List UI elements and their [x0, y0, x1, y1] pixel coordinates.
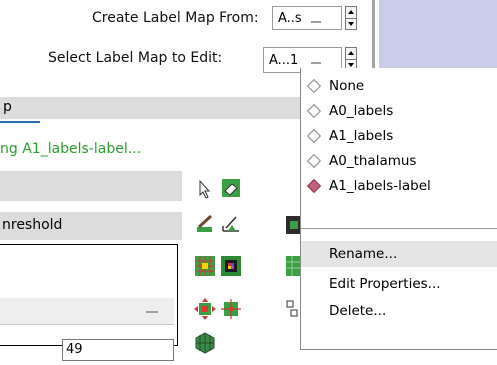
section-accent-line — [0, 121, 40, 123]
radio-icon — [306, 128, 322, 144]
radio-icon — [306, 103, 322, 119]
create-label-map-label: Create Label Map From: — [92, 10, 259, 26]
combo-indicator-icon — [311, 62, 321, 64]
value-field[interactable]: 49 — [62, 339, 174, 361]
create-label-map-spinner[interactable] — [345, 6, 357, 30]
erode-icon[interactable] — [220, 298, 242, 320]
threshold-bar[interactable]: nreshold — [0, 212, 182, 240]
options-bar[interactable] — [0, 171, 182, 201]
section-header-label: p — [3, 99, 12, 115]
create-label-map-combo[interactable]: A..s — [272, 6, 342, 30]
create-label-map-value: A..s — [278, 10, 302, 26]
threshold-grid-icon[interactable] — [286, 255, 300, 277]
menu-item-a1-labels-label[interactable]: A1_labels-label — [301, 176, 497, 198]
spin-down-icon — [348, 63, 354, 67]
radio-icon — [306, 78, 322, 94]
eraser-icon[interactable] — [220, 177, 242, 199]
value-field-text: 49 — [66, 342, 83, 357]
section-header-bar[interactable]: p — [0, 97, 300, 119]
dilate-icon[interactable] — [194, 298, 216, 320]
radio-selected-icon — [306, 178, 322, 194]
radio-icon — [306, 153, 322, 169]
select-label-map-label: Select Label Map to Edit: — [48, 50, 223, 66]
paint-grid-icon[interactable] — [194, 255, 216, 277]
save-island-icon[interactable] — [286, 298, 300, 320]
spin-up-icon — [348, 51, 354, 55]
change-island-icon[interactable] — [286, 214, 300, 236]
editing-status-text: ng A1_labels-label... — [0, 141, 142, 157]
draw-pencil-icon[interactable] — [194, 213, 216, 235]
arrow-cursor-icon[interactable] — [194, 178, 216, 200]
select-label-map-value: A...1 — [269, 52, 299, 68]
menu-item-delete[interactable]: Delete... — [301, 301, 497, 323]
menu-item-edit-properties[interactable]: Edit Properties... — [301, 274, 497, 296]
identify-island-icon[interactable] — [220, 255, 242, 277]
menu-separator — [301, 228, 497, 229]
options-dropdown[interactable] — [0, 298, 174, 325]
level-tracing-icon[interactable] — [220, 213, 242, 235]
menu-item-a0-labels[interactable]: A0_labels — [301, 101, 497, 123]
threshold-label: nreshold — [2, 217, 63, 233]
combo-indicator-icon — [311, 21, 321, 23]
label-map-popup-menu: None A0_labels A1_labels A0_thalamus A1_… — [300, 68, 497, 350]
options-box — [0, 244, 178, 346]
menu-item-a0-thalamus[interactable]: A0_thalamus — [301, 151, 497, 173]
wand-effect-icon[interactable] — [194, 332, 216, 354]
menu-item-none[interactable]: None — [301, 76, 497, 98]
panel-divider — [372, 0, 375, 68]
right-side-panel — [379, 0, 497, 68]
menu-item-a1-labels[interactable]: A1_labels — [301, 126, 497, 148]
spin-down-icon — [348, 22, 354, 26]
spin-up-icon — [348, 10, 354, 14]
options-dropdown-indicator-icon — [146, 311, 158, 313]
menu-item-rename[interactable]: Rename... — [301, 241, 497, 267]
